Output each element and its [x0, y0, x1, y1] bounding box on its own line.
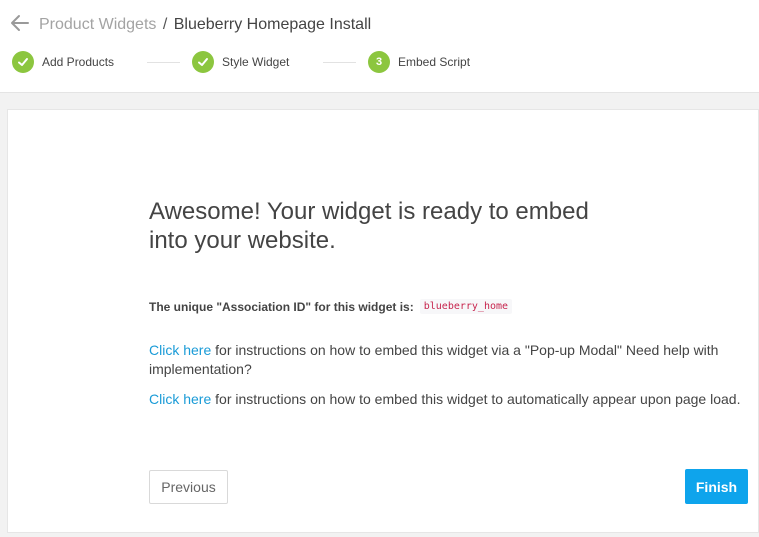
page-title: Awesome! Your widget is ready to embed i… — [149, 198, 589, 254]
step-embed-script: 3 Embed Script — [368, 51, 470, 73]
check-icon — [12, 51, 34, 73]
breadcrumb-current: Blueberry Homepage Install — [173, 16, 372, 33]
page-load-instructions-text: for instructions on how to embed this wi… — [211, 391, 741, 407]
association-id-row: The unique "Association ID" for this wid… — [149, 299, 513, 314]
top-bar: Product Widgets / Blueberry Homepage Ins… — [0, 0, 759, 93]
step-label: Add Products — [42, 55, 115, 69]
breadcrumb: Product Widgets / Blueberry Homepage Ins… — [39, 15, 371, 35]
breadcrumb-parent-link[interactable]: Product Widgets — [39, 16, 156, 33]
embed-card: Awesome! Your widget is ready to embed i… — [7, 109, 759, 533]
step-label: Embed Script — [398, 55, 471, 69]
popup-modal-instructions-text: for instructions on how to embed this wi… — [149, 342, 719, 377]
page-load-instructions-link[interactable]: Click here — [149, 391, 211, 407]
finish-button[interactable]: Finish — [685, 469, 748, 504]
page-load-instructions: Click here for instructions on how to em… — [149, 390, 759, 409]
previous-button[interactable]: Previous — [149, 470, 228, 504]
association-id-value: blueberry_home — [419, 299, 513, 314]
step-style-widget: Style Widget — [192, 51, 289, 73]
step-add-products: Add Products — [12, 51, 114, 73]
breadcrumb-separator: / — [162, 16, 168, 33]
step-connector — [323, 62, 356, 63]
popup-modal-instructions-link[interactable]: Click here — [149, 342, 211, 358]
association-id-label: The unique "Association ID" for this wid… — [149, 299, 414, 314]
back-arrow-icon[interactable] — [9, 12, 31, 34]
step-connector — [147, 62, 180, 63]
step-label: Style Widget — [222, 55, 290, 69]
check-icon — [192, 51, 214, 73]
popup-modal-instructions: Click here for instructions on how to em… — [149, 341, 749, 379]
step-number: 3 — [368, 51, 390, 73]
